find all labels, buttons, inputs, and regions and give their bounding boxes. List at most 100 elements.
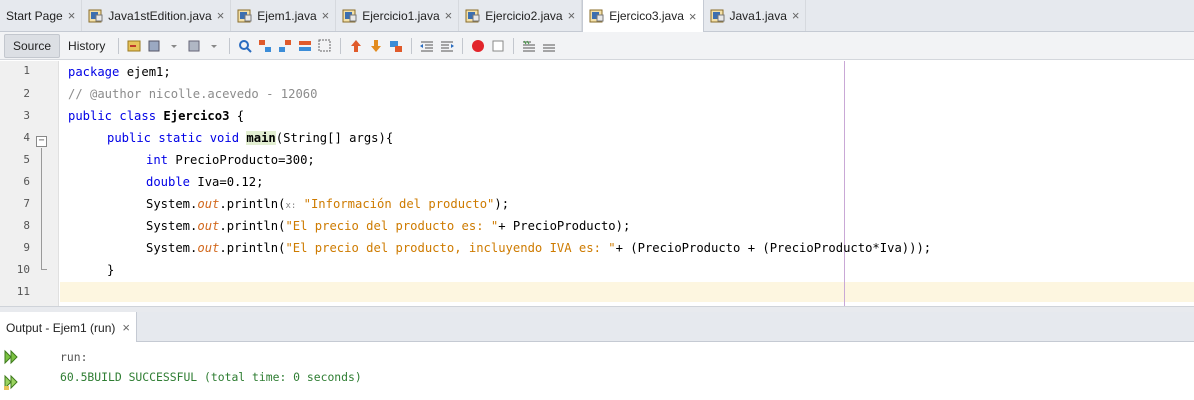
tab-start-page[interactable]: Start Page × — [0, 0, 83, 31]
code-text: + PrecioProducto); — [498, 219, 631, 233]
code-text: + (PrecioProducto + (PrecioProducto*Iva)… — [615, 241, 932, 255]
history-button[interactable]: History — [60, 35, 113, 57]
editor-toolbar: Source History — [0, 32, 1194, 60]
code-text: .println( — [219, 219, 286, 233]
dropdown-icon[interactable] — [165, 37, 183, 55]
line-number: 1 — [23, 64, 30, 77]
editor-tab-bar: Start Page × Java1stEdition.java × Ejem1… — [0, 0, 1194, 32]
code-line-7: System.out.println(x: "Información del p… — [146, 195, 509, 214]
close-icon[interactable]: × — [689, 9, 697, 24]
code-editor[interactable]: 1 2 3 4 5 6 7 8 9 10 11 − package ejem1;… — [0, 61, 1194, 306]
field-name: out — [197, 197, 220, 211]
find-icon[interactable] — [236, 37, 254, 55]
code-line-3: public class Ejercico3 { — [68, 107, 244, 126]
close-icon[interactable]: × — [122, 320, 130, 335]
last-edit-icon[interactable] — [125, 37, 143, 55]
line-number: 3 — [23, 109, 30, 122]
comment-icon[interactable] — [520, 37, 538, 55]
start-macro-recording-icon[interactable] — [469, 37, 487, 55]
line-number: 7 — [23, 197, 30, 210]
tab-label: Ejem1.java — [257, 8, 317, 23]
line-number: 4 — [23, 131, 30, 144]
tab-ejercico3[interactable]: Ejercico3.java × — [582, 0, 704, 32]
rect-selection-icon[interactable] — [316, 37, 334, 55]
string-literal: "Información del producto" — [303, 197, 495, 211]
keyword: public class — [68, 109, 157, 123]
source-button[interactable]: Source — [4, 33, 61, 58]
tab-ejercicio2[interactable]: Ejercicio2.java × — [459, 0, 583, 31]
class-name: Ejercico3 — [163, 109, 230, 123]
find-next-icon[interactable] — [276, 37, 294, 55]
java-file-icon — [589, 9, 605, 23]
code-line-1: package ejem1; — [68, 63, 171, 82]
java-file-icon — [342, 9, 358, 23]
current-line-highlight — [60, 282, 1194, 302]
find-previous-icon[interactable] — [256, 37, 274, 55]
previous-bookmark-icon[interactable] — [347, 37, 365, 55]
java-file-icon — [237, 9, 253, 23]
dropdown-icon[interactable] — [205, 37, 223, 55]
toolbar-separator — [462, 37, 464, 54]
line-number: 6 — [23, 175, 30, 188]
output-tab-bar: Output - Ejem1 (run) × — [0, 312, 1194, 343]
field-name: out — [197, 241, 220, 255]
output-console[interactable]: run: 60.5BUILD SUCCESSFUL (total time: 0… — [0, 342, 1194, 400]
tab-java1stedition[interactable]: Java1stEdition.java × — [82, 0, 232, 31]
fold-toggle-icon[interactable]: − — [36, 136, 47, 147]
java-file-icon — [710, 9, 726, 23]
right-margin-guide — [844, 61, 845, 306]
stop-macro-recording-icon[interactable] — [489, 37, 507, 55]
code-text: ejem1; — [119, 65, 171, 79]
string-literal: "El precio del producto es: " — [285, 219, 499, 233]
fold-guide-line — [41, 148, 42, 269]
keyword: public static void — [107, 131, 240, 145]
uncomment-icon[interactable] — [540, 37, 558, 55]
toolbar-separator — [118, 37, 120, 54]
toggle-bookmark-icon[interactable] — [387, 37, 405, 55]
code-text: ); — [494, 197, 510, 211]
rerun-with-arguments-icon[interactable] — [3, 373, 21, 391]
close-icon[interactable]: × — [322, 8, 330, 23]
code-text: System. — [146, 241, 198, 255]
tab-label: Ejercico3.java — [609, 9, 684, 23]
code-text: .println( — [219, 241, 286, 255]
toggle-highlight-icon[interactable] — [296, 37, 314, 55]
parameter-hint: x: — [285, 201, 297, 211]
code-line-10: } — [107, 261, 114, 280]
toolbar-separator — [229, 37, 231, 54]
field-name: out — [197, 219, 220, 233]
close-icon[interactable]: × — [68, 8, 76, 23]
back-icon[interactable] — [145, 37, 163, 55]
tab-label: Ejercicio2.java — [485, 8, 563, 23]
toolbar-separator — [513, 37, 515, 54]
tab-java1[interactable]: Java1.java × — [704, 0, 807, 31]
code-text: .println( — [219, 197, 286, 211]
close-icon[interactable]: × — [568, 8, 576, 23]
tab-ejercicio1[interactable]: Ejercicio1.java × — [336, 0, 460, 31]
tab-label: Ejercicio1.java — [362, 8, 440, 23]
close-icon[interactable]: × — [217, 8, 225, 23]
string-literal: "El precio del producto, incluyendo IVA … — [285, 241, 616, 255]
keyword: int — [146, 153, 169, 167]
line-number-gutter: 1 2 3 4 5 6 7 8 9 10 11 − — [0, 61, 59, 306]
fold-end-marker — [41, 269, 47, 270]
shift-left-icon[interactable] — [418, 37, 436, 55]
output-line: 60.5BUILD SUCCESSFUL (total time: 0 seco… — [60, 370, 362, 384]
java-file-icon — [88, 9, 104, 23]
tab-ejem1[interactable]: Ejem1.java × — [231, 0, 337, 31]
shift-right-icon[interactable] — [438, 37, 456, 55]
comment-text: // @author nicolle.acevedo - 12060 — [68, 87, 318, 101]
java-file-icon — [465, 9, 481, 23]
forward-icon[interactable] — [185, 37, 203, 55]
tab-label: Output - Ejem1 (run) — [6, 320, 116, 335]
rerun-icon[interactable] — [3, 348, 21, 366]
tab-output[interactable]: Output - Ejem1 (run) × — [0, 312, 137, 343]
code-line-5: int PrecioProducto=300; — [146, 151, 315, 170]
next-bookmark-icon[interactable] — [367, 37, 385, 55]
line-number: 10 — [16, 263, 30, 276]
close-icon[interactable]: × — [445, 8, 453, 23]
keyword: package — [68, 65, 120, 79]
code-text: System. — [146, 197, 198, 211]
tab-label: Java1.java — [729, 8, 787, 23]
close-icon[interactable]: × — [792, 8, 800, 23]
